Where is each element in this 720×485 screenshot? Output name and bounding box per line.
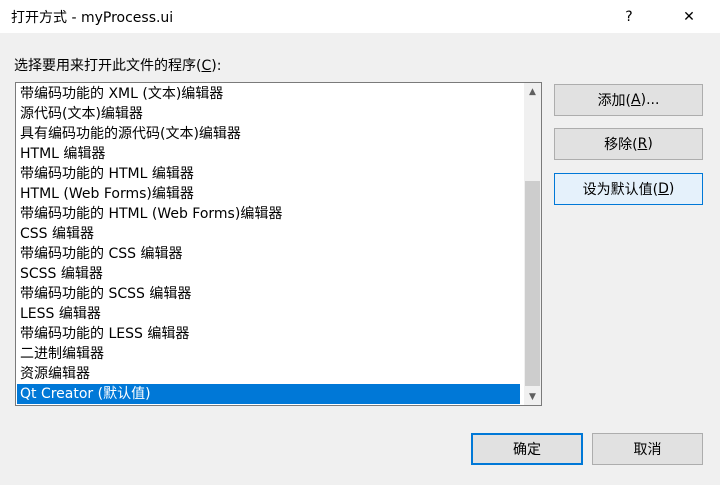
vertical-scrollbar[interactable]: ▲ ▼ [524,83,541,405]
list-item[interactable]: HTML (Web Forms)编辑器 [17,184,520,204]
list-item[interactable]: 具有编码功能的源代码(文本)编辑器 [17,124,520,144]
program-list-label: 选择要用来打开此文件的程序(C): [14,55,221,75]
list-item[interactable]: 带编码功能的 SCSS 编辑器 [17,284,520,304]
program-listbox[interactable]: 带编码功能的 XML (文本)编辑器 源代码(文本)编辑器 具有编码功能的源代码(文… [15,82,542,406]
close-icon: ✕ [683,8,695,25]
ok-label: 确定 [513,442,541,458]
chevron-up-icon[interactable]: ▲ [524,83,541,100]
list-item[interactable]: 源代码(文本)编辑器 [17,104,520,124]
prompt-text-after: ): [211,58,222,74]
list-item[interactable]: 带编码功能的 CSS 编辑器 [17,244,520,264]
prompt-mnemonic: C [201,58,212,74]
add-mnemonic: A [631,92,641,108]
list-item[interactable]: 资源编辑器 [17,364,520,384]
help-button[interactable]: ? [606,0,652,33]
list-item[interactable]: 带编码功能的 LESS 编辑器 [17,324,520,344]
scrollbar-thumb[interactable] [525,181,540,386]
add-label-after: )... [640,92,660,108]
list-item[interactable]: CSS 编辑器 [17,224,520,244]
set-default-label-before: 设为默认值( [582,182,659,198]
list-item[interactable]: 二进制编辑器 [17,344,520,364]
title-bar: 打开方式 - myProcess.ui ? ✕ [0,0,720,33]
remove-label-after: ) [647,136,653,152]
chevron-down-icon[interactable]: ▼ [524,388,541,405]
remove-button[interactable]: 移除(R) [554,128,703,160]
cancel-button[interactable]: 取消 [592,433,703,465]
set-default-label-after: ) [668,181,675,197]
ok-button[interactable]: 确定 [471,433,583,465]
set-default-button[interactable]: 设为默认值(D) [554,173,703,205]
list-item[interactable]: SCSS 编辑器 [17,264,520,284]
set-default-mnemonic: D [658,181,669,197]
help-icon: ? [625,8,633,25]
prompt-text-before: 选择要用来打开此文件的程序( [14,58,202,74]
close-button[interactable]: ✕ [666,0,712,33]
add-label-before: 添加( [597,93,632,109]
list-item[interactable]: 带编码功能的 HTML (Web Forms)编辑器 [17,204,520,224]
list-item[interactable]: LESS 编辑器 [17,304,520,324]
cancel-label: 取消 [633,442,662,458]
remove-mnemonic: R [637,136,648,152]
list-item[interactable]: HTML 编辑器 [17,144,520,164]
list-item[interactable]: Qt Creator (默认值) [17,384,520,404]
list-item[interactable]: 带编码功能的 HTML 编辑器 [17,164,520,184]
list-item[interactable]: 带编码功能的 XML (文本)编辑器 [17,84,520,104]
program-list: 带编码功能的 XML (文本)编辑器 源代码(文本)编辑器 具有编码功能的源代码(文… [17,84,520,404]
add-button[interactable]: 添加(A)... [554,84,703,116]
window-title: 打开方式 - myProcess.ui [11,10,174,26]
remove-label-before: 移除( [604,137,638,153]
